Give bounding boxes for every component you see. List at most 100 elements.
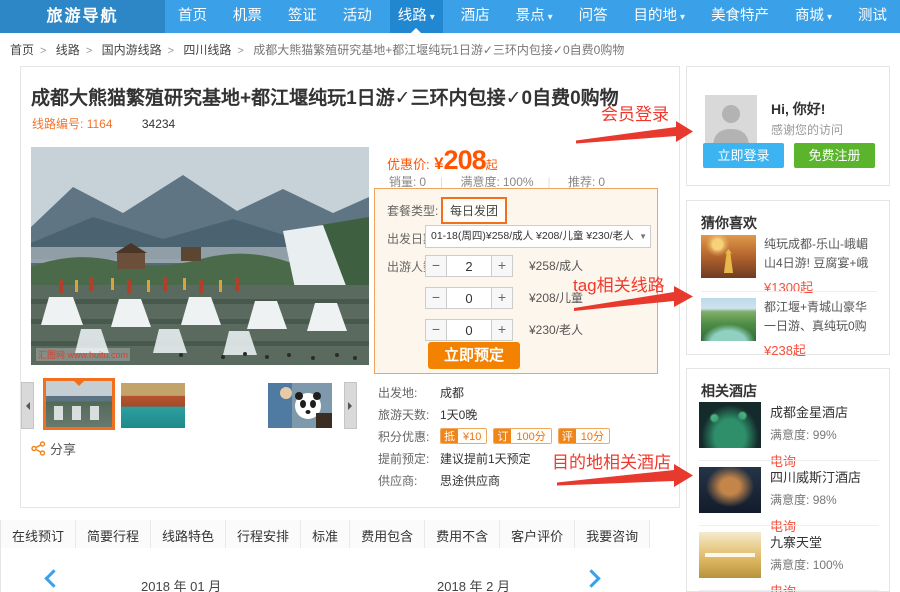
- product-panel: 成都大熊猫繁殖研究基地+都江堰纯玩1日游✓三环内包接✓0自费0购物 线路编号: …: [20, 66, 680, 508]
- senior-plus-button[interactable]: +: [491, 319, 513, 341]
- price-calendar: 2018 年 01 月 2018 年 2 月: [0, 548, 674, 592]
- nav-item-label: 目的地: [634, 8, 678, 24]
- detail-label: 旅游天数:: [378, 406, 440, 423]
- calendar-month-2: 2018 年 2 月: [437, 576, 510, 592]
- thumbnail-1[interactable]: [43, 378, 115, 430]
- badge-tag: 抵: [441, 429, 458, 443]
- child-price: ¥208/儿童: [529, 287, 583, 309]
- nav-item-activity[interactable]: 活动: [335, 0, 380, 33]
- tab-online-booking[interactable]: 在线预订: [1, 520, 76, 551]
- breadcrumb-routes[interactable]: 线路: [56, 43, 80, 57]
- stat-label: 销量:: [389, 175, 416, 189]
- price-row: 优惠价: ¥208起: [387, 145, 498, 176]
- detail-value: 建议提前1天预定: [440, 450, 531, 467]
- route-code-value: 1164: [87, 117, 113, 131]
- nav-item-food[interactable]: 美食特产: [703, 0, 777, 33]
- nav-item-scenic[interactable]: 景点: [508, 0, 561, 33]
- stat-value: 0: [419, 175, 426, 189]
- booking-panel: 套餐类型: 每日发团 出发日期: 01-18(周四)¥258/成人 ¥208/儿…: [374, 188, 658, 374]
- photo-watermark: 汇图网 www.huitu.com: [36, 348, 130, 361]
- tab-fee-included[interactable]: 费用包含: [350, 520, 425, 551]
- depart-date-select[interactable]: 01-18(周四)¥258/成人 ¥208/儿童 ¥230/老人: [425, 225, 651, 248]
- register-button[interactable]: 免费注册: [794, 143, 875, 168]
- child-count[interactable]: 0: [447, 287, 491, 309]
- tab-ask[interactable]: 我要咨询: [575, 520, 650, 551]
- stat-sales: 销量:0: [389, 175, 457, 189]
- thumbnail-3[interactable]: [195, 383, 259, 428]
- thumbnail-prev-button[interactable]: [21, 382, 34, 429]
- related-hotels-panel: 相关酒店 成都金星酒店 满意度: 99% 电询 四川威斯汀酒店 满意度: 98%…: [686, 368, 890, 592]
- nav-item-hotel[interactable]: 酒店: [453, 0, 498, 33]
- thumbnail-4[interactable]: [268, 383, 332, 428]
- hotel-photo: [699, 532, 761, 578]
- calendar-prev-icon[interactable]: [44, 569, 62, 587]
- satisfaction-value: 99%: [813, 428, 837, 442]
- detail-value: 1天0晚: [440, 406, 477, 423]
- nav-item-destination[interactable]: 目的地: [626, 0, 694, 33]
- nav-item-mall[interactable]: 商城: [787, 0, 840, 33]
- satisfaction-value: 98%: [813, 493, 837, 507]
- calendar-next-icon[interactable]: [582, 569, 600, 587]
- breadcrumb-separator: [34, 43, 52, 57]
- recommend-item-text: 都江堰+青城山豪华一日游、真纯玩0购物0自费、三环内包接、 ¥238起: [764, 298, 877, 359]
- tab-standard[interactable]: 标准: [301, 520, 350, 551]
- stat-value: 100%: [503, 175, 534, 189]
- scenery-photo-graphic: [31, 147, 369, 365]
- child-minus-button[interactable]: −: [425, 287, 447, 309]
- nav-item-flights[interactable]: 机票: [225, 0, 270, 33]
- nav-item-visa[interactable]: 签证: [280, 0, 325, 33]
- stat-recommend: 推荐:0: [568, 175, 605, 189]
- package-type-label: 套餐类型:: [387, 202, 438, 219]
- currency-symbol: ¥: [434, 154, 443, 173]
- satisfaction-label: 满意度:: [770, 428, 809, 442]
- tab-brief-itinerary[interactable]: 简要行程: [76, 520, 151, 551]
- breadcrumb-sichuan[interactable]: 四川线路: [183, 43, 231, 57]
- route-code-row: 线路编号: 1164 34234: [32, 115, 175, 132]
- detail-depart: 出发地: 成都: [378, 385, 668, 399]
- package-option-daily[interactable]: 每日发团: [441, 197, 507, 224]
- detail-points: 积分优惠: 抵¥10 订100分 评10分: [378, 429, 668, 443]
- book-now-button[interactable]: 立即预定: [428, 342, 520, 369]
- senior-count[interactable]: 0: [447, 319, 491, 341]
- recommend-item-text: 纯玩成都-乐山-峨嵋山4日游! 豆腐宴+峨眉山土菜九大碗! 优 ¥1300起: [764, 235, 877, 296]
- child-stepper: − 0 +: [425, 287, 513, 309]
- recommend-item-photo: [701, 298, 756, 341]
- divider: [699, 460, 879, 461]
- points-badge-review: 评10分: [558, 428, 610, 444]
- breadcrumb-domestic[interactable]: 国内游线路: [102, 43, 162, 57]
- recommend-item[interactable]: 纯玩成都-乐山-峨嵋山4日游! 豆腐宴+峨眉山土菜九大碗! 优 ¥1300起: [701, 235, 877, 296]
- hotel-info: 九寨天堂 满意度: 100% 电询: [770, 532, 843, 592]
- adult-plus-button[interactable]: +: [491, 255, 513, 277]
- main-photo[interactable]: 汇图网 www.huitu.com: [31, 147, 369, 365]
- nav-item-home[interactable]: 首页: [170, 0, 215, 33]
- recommend-item[interactable]: 都江堰+青城山豪华一日游、真纯玩0购物0自费、三环内包接、 ¥238起: [701, 298, 877, 359]
- badge-tag: 订: [494, 429, 511, 443]
- route-details: 出发地: 成都 旅游天数: 1天0晚 积分优惠: 抵¥10 订100分 评10分…: [378, 385, 668, 495]
- nav-item-test[interactable]: 测试: [850, 0, 895, 33]
- child-plus-button[interactable]: +: [491, 287, 513, 309]
- tab-reviews[interactable]: 客户评价: [500, 520, 575, 551]
- adult-minus-button[interactable]: −: [425, 255, 447, 277]
- nav-item-routes[interactable]: 线路: [390, 0, 443, 33]
- thumbnail-next-button[interactable]: [344, 382, 357, 429]
- adult-count[interactable]: 2: [447, 255, 491, 277]
- share-button[interactable]: 分享: [31, 439, 76, 458]
- login-button[interactable]: 立即登录: [703, 143, 784, 168]
- breadcrumb-separator: [231, 43, 249, 57]
- nav-item-label: 商城: [795, 8, 824, 24]
- badge-value: 10分: [576, 429, 609, 443]
- recommend-item-price: ¥1300起: [764, 277, 877, 296]
- breadcrumb-home[interactable]: 首页: [10, 43, 34, 57]
- site-logo[interactable]: 旅游导航: [0, 0, 165, 33]
- tab-fee-excluded[interactable]: 费用不含: [425, 520, 500, 551]
- tab-route-features[interactable]: 线路特色: [151, 520, 226, 551]
- thumbnail-2[interactable]: [121, 383, 185, 428]
- page-title: 成都大熊猫繁殖研究基地+都江堰纯玩1日游✓三环内包接✓0自费0购物: [31, 83, 671, 110]
- nav-item-qa[interactable]: 问答: [571, 0, 616, 33]
- hotel-item[interactable]: 九寨天堂 满意度: 100% 电询: [699, 532, 879, 592]
- senior-minus-button[interactable]: −: [425, 319, 447, 341]
- hotel-satisfaction: 满意度: 99%: [770, 426, 848, 443]
- tab-itinerary[interactable]: 行程安排: [226, 520, 301, 551]
- recommend-item-desc: 纯玩成都-乐山-峨嵋山4日游! 豆腐宴+峨眉山土菜九大碗! 优: [764, 235, 877, 272]
- divider: [701, 291, 877, 292]
